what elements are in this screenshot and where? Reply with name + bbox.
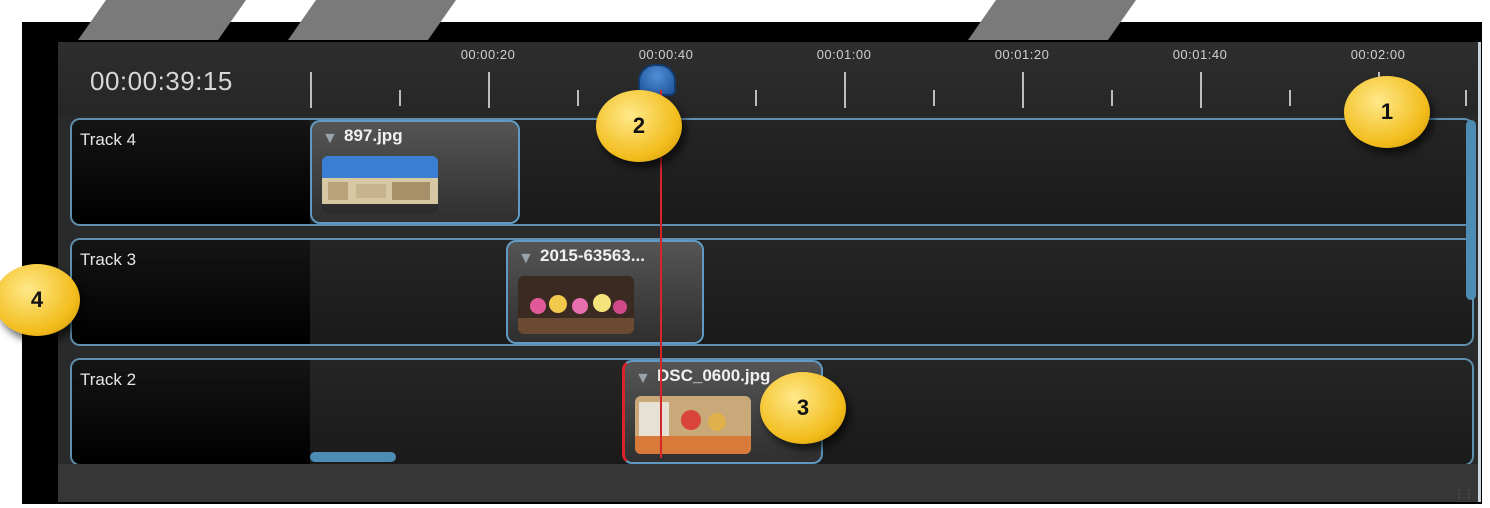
ruler-tick — [310, 72, 312, 108]
clip-897[interactable]: ▼ 897.jpg — [310, 120, 520, 224]
track-3[interactable]: Track 3 ▼ 2015-63563... — [70, 238, 1474, 346]
timeline-footer: ⋮⋮ — [58, 464, 1478, 502]
ruler-label: 00:01:20 — [994, 47, 1050, 62]
ruler-tick — [844, 72, 846, 108]
clip-2015[interactable]: ▼ 2015-63563... — [506, 240, 704, 344]
callout-3: 3 — [760, 372, 846, 444]
ruler-tick — [1465, 90, 1467, 106]
ruler-label: 00:02:00 — [1350, 47, 1406, 62]
screenshot-frame: 00:00:39:15 00:00:20 00:00:40 00:01:00 0… — [22, 6, 1482, 504]
track-lane[interactable]: ▼ 2015-63563... — [310, 240, 1472, 344]
vertical-scrollbar[interactable] — [1466, 120, 1476, 300]
track-name: Track 2 — [80, 370, 137, 389]
track-lane[interactable]: ▼ DSC_0600.jpg — [310, 360, 1472, 464]
resize-grip-icon[interactable]: ⋮⋮ — [1454, 489, 1474, 500]
ruler-label: 00:01:00 — [816, 47, 872, 62]
track-lane[interactable]: ▼ 897.jpg — [310, 120, 1472, 224]
ruler-tick — [1111, 90, 1113, 106]
clip-menu-arrow-icon[interactable]: ▼ — [518, 250, 534, 268]
ruler-tick — [1022, 72, 1024, 108]
track-header[interactable]: Track 4 — [72, 120, 310, 224]
clip-menu-arrow-icon[interactable]: ▼ — [635, 370, 651, 388]
ruler-tick — [488, 72, 490, 108]
track-name: Track 3 — [80, 250, 137, 269]
track-4[interactable]: Track 4 ▼ 897.jpg — [70, 118, 1474, 226]
horizontal-scrollbar[interactable] — [310, 452, 396, 462]
ruler-label: 00:01:40 — [1172, 47, 1228, 62]
time-ruler[interactable]: 00:00:39:15 00:00:20 00:00:40 00:01:00 0… — [58, 42, 1478, 116]
callout-1: 1 — [1344, 76, 1430, 148]
clip-title: 897.jpg — [344, 126, 403, 145]
callout-2: 2 — [596, 90, 682, 162]
current-timecode: 00:00:39:15 — [90, 66, 233, 96]
ruler-tick — [933, 90, 935, 106]
clip-thumbnail — [322, 156, 438, 214]
clip-title: 2015-63563... — [540, 246, 645, 265]
track-header[interactable]: Track 3 — [72, 240, 310, 344]
clip-thumbnail — [635, 396, 751, 454]
clip-title: DSC_0600.jpg — [657, 366, 771, 385]
track-name: Track 4 — [80, 130, 137, 149]
ruler-tick — [1200, 72, 1202, 108]
ruler-tick — [1289, 90, 1291, 106]
ruler-label: 00:00:40 — [638, 47, 694, 62]
ruler-tick — [577, 90, 579, 106]
clip-thumbnail — [518, 276, 634, 334]
ruler-tick — [755, 90, 757, 106]
timeline-panel: 00:00:39:15 00:00:20 00:00:40 00:01:00 0… — [58, 42, 1481, 502]
ruler-tick — [399, 90, 401, 106]
clip-menu-arrow-icon[interactable]: ▼ — [322, 130, 338, 148]
ruler-label: 00:00:20 — [460, 47, 516, 62]
track-header[interactable]: Track 2 — [72, 360, 310, 464]
